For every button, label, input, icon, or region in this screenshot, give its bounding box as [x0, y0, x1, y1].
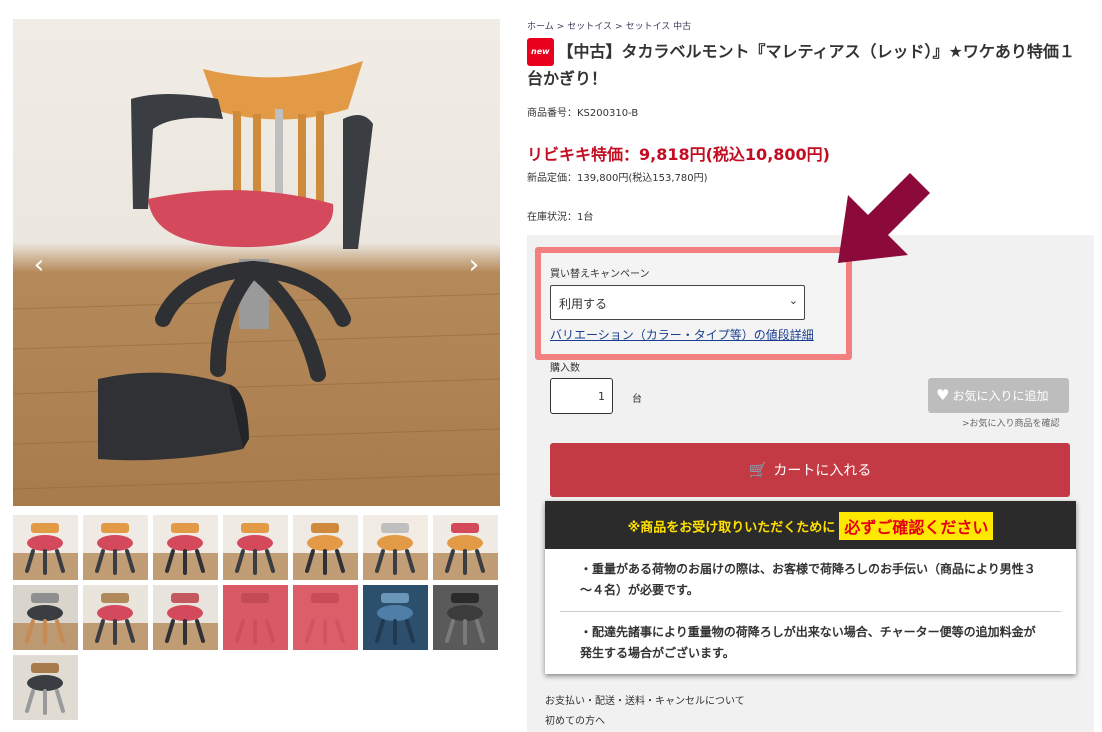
heart-icon: ♥: [936, 386, 950, 404]
thumbnail-strip: [13, 515, 500, 720]
add-to-favorites-button[interactable]: ♥ お気に入りに追加: [928, 378, 1069, 413]
first-time-link[interactable]: 初めての方へ: [545, 712, 605, 727]
product-thumbnail[interactable]: [153, 585, 218, 650]
cart-icon: 🛒: [748, 461, 768, 479]
notice-item: ・配達先諸事により重量物の荷降ろしが出来ない場合、チャーター便等の追加料金が発生…: [560, 611, 1061, 674]
campaign-select[interactable]: 利用する ⌄: [550, 285, 805, 320]
product-thumbnail[interactable]: [363, 585, 428, 650]
cart-button-label: カートに入れる: [773, 463, 872, 479]
product-thumbnail[interactable]: [83, 515, 148, 580]
notice-header: ※商品をお受け取りいただくために 必ずご確認ください: [545, 501, 1076, 549]
gallery-next-arrow[interactable]: ›: [462, 251, 486, 279]
breadcrumb: ホーム > セットイス > セットイス 中古: [527, 19, 1094, 32]
campaign-highlight-box: 買い替えキャンペーン 利用する ⌄ バリエーション（カラー・タイプ等）の値段詳細: [535, 247, 852, 360]
notice-item: ・重量がある荷物のお届けの際は、お客様で荷降ろしのお手伝い（商品により男性３～４…: [580, 562, 1036, 597]
sale-price: リビキキ特価：9,818円(税込10,800円): [527, 145, 830, 164]
breadcrumb-subcategory[interactable]: セットイス 中古: [626, 22, 692, 32]
product-thumbnail[interactable]: [433, 585, 498, 650]
product-thumbnail[interactable]: [223, 515, 288, 580]
arrow-annotation-icon: [838, 173, 930, 263]
product-thumbnail[interactable]: [293, 585, 358, 650]
breadcrumb-separator: >: [615, 22, 623, 32]
view-favorites-link[interactable]: >お気に入り商品を確認: [962, 416, 1060, 429]
campaign-label: 買い替えキャンペーン: [550, 269, 650, 280]
main-product-image: ‹ ›: [13, 19, 500, 506]
product-title: new 【中古】タカラベルモント『マレティアス（レッド）』★ワケあり特価１台かぎり…: [527, 38, 1087, 92]
product-thumbnail[interactable]: [83, 585, 148, 650]
product-thumbnail[interactable]: [293, 515, 358, 580]
notice-lead: ※商品をお受け取りいただくために: [627, 520, 836, 536]
gallery-prev-arrow[interactable]: ‹: [27, 251, 51, 279]
campaign-select-value: 利用する: [559, 297, 608, 311]
product-thumbnail[interactable]: [13, 655, 78, 720]
breadcrumb-separator: >: [556, 22, 565, 32]
quantity-input[interactable]: 1: [550, 378, 613, 414]
delivery-notice: ※商品をお受け取りいただくために 必ずご確認ください ・重量がある荷物のお届けの際…: [545, 501, 1076, 674]
product-sku: 商品番号：KS200310-B: [527, 108, 639, 119]
product-thumbnail[interactable]: [433, 515, 498, 580]
breadcrumb-category[interactable]: セットイス: [567, 22, 612, 32]
chevron-down-icon: ⌄: [788, 294, 798, 307]
notice-emphasis: 必ずご確認ください: [839, 512, 994, 540]
product-title-text: 【中古】タカラベルモント『マレティアス（レッド）』★ワケあり特価１台かぎり！: [527, 42, 1075, 88]
quantity-label: 購入数: [550, 363, 580, 374]
product-thumbnail[interactable]: [223, 585, 288, 650]
product-thumbnail[interactable]: [153, 515, 218, 580]
breadcrumb-home[interactable]: ホーム: [527, 22, 554, 32]
product-thumbnail[interactable]: [13, 515, 78, 580]
product-gallery: ‹ ›: [13, 19, 500, 720]
add-to-cart-button[interactable]: 🛒 カートに入れる: [550, 443, 1070, 497]
product-thumbnail[interactable]: [13, 585, 78, 650]
product-page: ‹ › ホーム > セットイス > セットイス 中古 new 【中古】タカラベルモント『マ…: [0, 0, 1102, 732]
list-price: 新品定価：139,800円(税込153,780円): [527, 173, 708, 184]
favorites-button-label: お気に入りに追加: [952, 389, 1049, 403]
product-thumbnail[interactable]: [363, 515, 428, 580]
product-info: ホーム > セットイス > セットイス 中古 new 【中古】タカラベルモント『マレティア…: [527, 19, 1094, 223]
new-badge: new: [527, 38, 554, 66]
stock-status: 在庫状況：1台: [527, 212, 594, 223]
quantity-unit: 台: [632, 394, 642, 405]
payment-shipping-link[interactable]: お支払い・配送・送料・キャンセルについて: [545, 692, 745, 707]
variation-price-link[interactable]: バリエーション（カラー・タイプ等）の値段詳細: [550, 326, 814, 343]
